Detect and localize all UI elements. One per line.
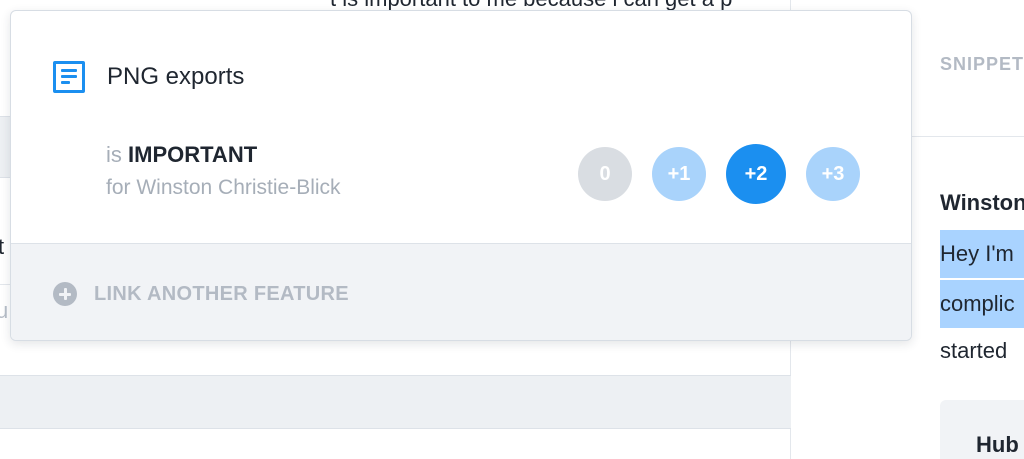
background-strip — [0, 375, 791, 429]
snippet-section-label: SNIPPET — [940, 54, 1024, 74]
background-text-fragment: t — [0, 234, 5, 259]
feature-header[interactable]: PNG exports — [53, 61, 244, 93]
link-another-feature-label: LINK ANOTHER FEATURE — [94, 282, 349, 305]
score-button-0[interactable]: 0 — [578, 147, 632, 201]
importance-for-text: for Winston Christie-Blick — [106, 176, 341, 199]
background-text-fragment: u — [0, 298, 9, 323]
link-another-feature-button[interactable]: LINK ANOTHER FEATURE — [53, 282, 349, 306]
feature-importance-popover: PNG exports is IMPORTANT for Winston Chr… — [10, 10, 912, 341]
importance-prefix: is — [106, 142, 122, 167]
snippet-card-title: Hub — [976, 432, 1019, 457]
document-icon — [53, 61, 85, 93]
snippet-highlighted-text[interactable]: complic — [940, 280, 1024, 328]
snippet-author: Winston — [940, 190, 1024, 215]
snippet-card[interactable]: Hub — [940, 400, 1024, 459]
importance-info: is IMPORTANT for Winston Christie-Blick — [106, 142, 341, 200]
score-button-plus3[interactable]: +3 — [806, 147, 860, 201]
feature-title[interactable]: PNG exports — [107, 63, 244, 91]
importance-line: is IMPORTANT — [106, 142, 341, 168]
app-window: t is important to me because i can get a… — [0, 0, 1024, 459]
score-button-plus1[interactable]: +1 — [652, 147, 706, 201]
importance-score-group: 0 +1 +2 +3 — [578, 144, 860, 204]
snippet-highlighted-text[interactable]: Hey I'm — [940, 230, 1024, 278]
snippet-text: started — [940, 338, 1008, 363]
popover-footer: LINK ANOTHER FEATURE — [11, 243, 911, 340]
score-button-plus2[interactable]: +2 — [726, 144, 786, 204]
importance-level: IMPORTANT — [128, 142, 258, 167]
plus-circle-icon — [53, 282, 77, 306]
